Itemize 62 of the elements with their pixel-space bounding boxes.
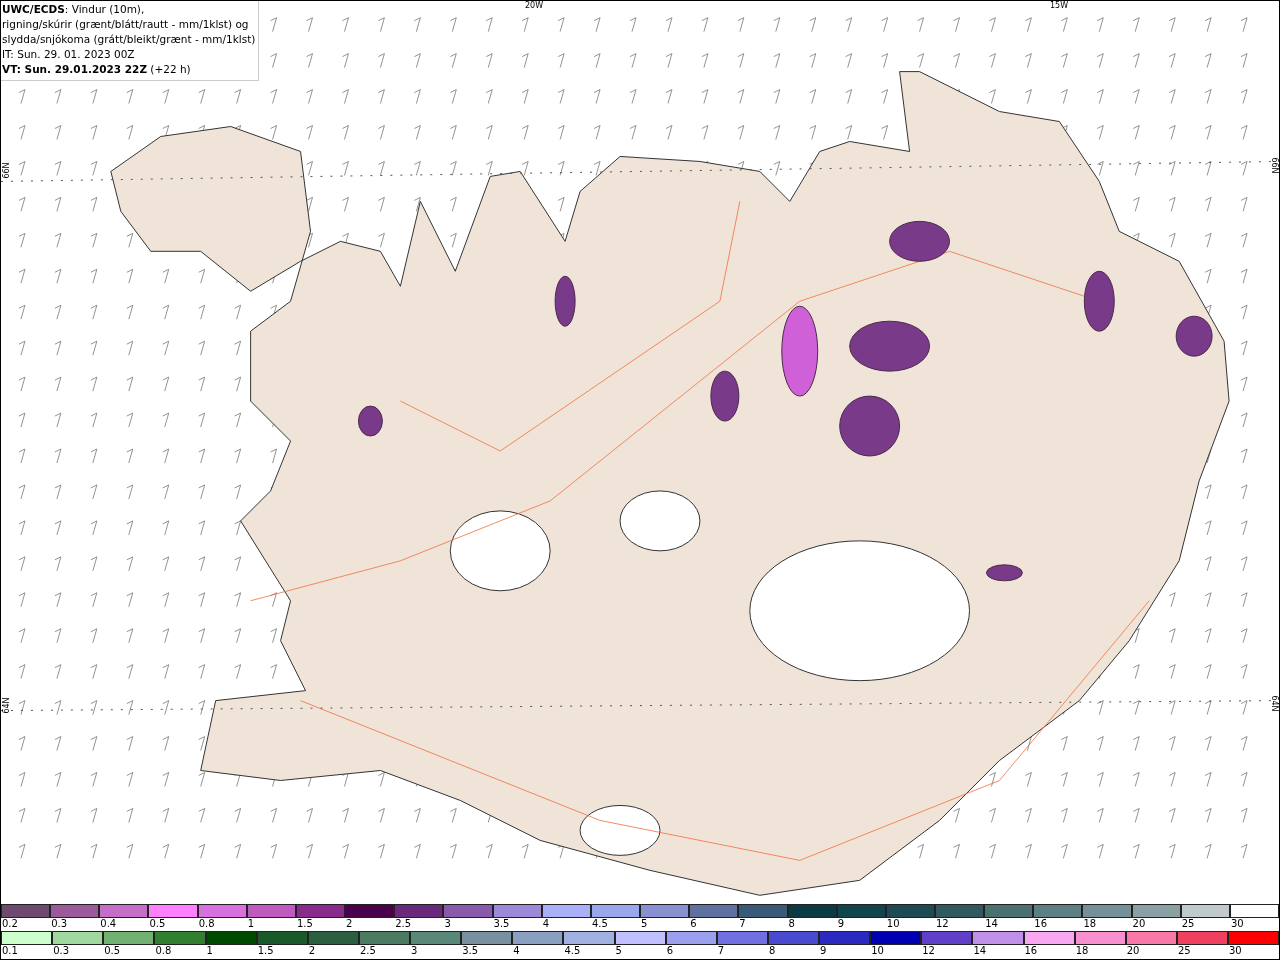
- legend-label: 12: [934, 918, 949, 930]
- legend-label: 9: [836, 918, 845, 930]
- header-text: slydda/snjókoma (grátt/bleikt/grænt - mm/1klst): [2, 32, 256, 47]
- legend-label: 2: [345, 918, 353, 930]
- legend-label: 1: [246, 918, 255, 930]
- header-text: UWC/ECDS: Vindur (10m),: [2, 2, 146, 17]
- legend-label: 1.5: [295, 918, 313, 930]
- legend-label: 25: [1180, 918, 1195, 930]
- legend-label: 12: [921, 945, 935, 957]
- longitude-label: 20W: [525, 1, 544, 10]
- legend-label: 4: [512, 945, 520, 957]
- longitude-label: 15W: [1050, 1, 1069, 10]
- legend-label: 4: [541, 918, 550, 930]
- legend-label: 0.3: [52, 945, 70, 957]
- legend-label: 3.5: [461, 945, 479, 957]
- legend-label: 30: [1229, 918, 1244, 930]
- legend-label: 0.8: [154, 945, 172, 957]
- legend-label: 4.5: [563, 945, 581, 957]
- legend-label: 9: [819, 945, 827, 957]
- legend-label: 7: [738, 918, 746, 930]
- legend-label: 6: [665, 945, 673, 957]
- legend-label: 16: [1023, 945, 1038, 957]
- legend-label: 18: [1074, 945, 1089, 957]
- header-text: VT: Sun. 29.01.2023 22Z (+22 h): [2, 62, 192, 77]
- legend-label: 30: [1228, 945, 1242, 957]
- latitude-label: 66N: [1269, 157, 1279, 174]
- legend-label: 7: [716, 945, 725, 957]
- legend-label: 14: [972, 945, 987, 957]
- latitude-label: 64N: [1269, 695, 1279, 712]
- legend-label: 5: [640, 918, 648, 930]
- legend-label: 20: [1125, 945, 1140, 957]
- legend-label: 0.5: [103, 945, 121, 957]
- legend-label: 2: [307, 945, 316, 957]
- legend-label: 0.1: [1, 945, 18, 957]
- legend-label: 5: [614, 945, 622, 957]
- header-text: rigning/skúrir (grænt/blátt/rautt - mm/1klst) og: [2, 17, 250, 32]
- legend-label: 3.5: [492, 918, 510, 930]
- legend-label: 2.5: [394, 918, 412, 930]
- latitude-label: 64N: [1, 697, 11, 714]
- legend-label: 6: [689, 918, 697, 930]
- legend-label: 3: [410, 945, 418, 957]
- legend-label: 8: [787, 918, 795, 930]
- legend-label: 16: [1033, 918, 1047, 930]
- legend-label: 1.5: [256, 945, 274, 957]
- legend-label: 0.8: [197, 918, 215, 930]
- legend-label: 25: [1176, 945, 1191, 957]
- legend-label: 4.5: [590, 918, 608, 930]
- latitude-label: 66N: [1, 162, 11, 179]
- legend-label: 0.4: [99, 918, 117, 930]
- legend-label: 0.5: [148, 918, 166, 930]
- legend-label: 1: [205, 945, 213, 957]
- legend-label: 0.2: [1, 918, 18, 930]
- legend-label: 18: [1082, 918, 1097, 930]
- header-text: IT: Sun. 29. 01. 2023 00Z: [2, 47, 136, 62]
- legend-label: 3: [443, 918, 451, 930]
- legend-label: 10: [885, 918, 900, 930]
- legend-label: 20: [1131, 918, 1146, 930]
- legend-label: 10: [870, 945, 884, 957]
- legend-label: 0.3: [50, 918, 68, 930]
- legend-label: 2.5: [358, 945, 376, 957]
- legend-label: 8: [767, 945, 776, 957]
- legend-label: 14: [984, 918, 998, 930]
